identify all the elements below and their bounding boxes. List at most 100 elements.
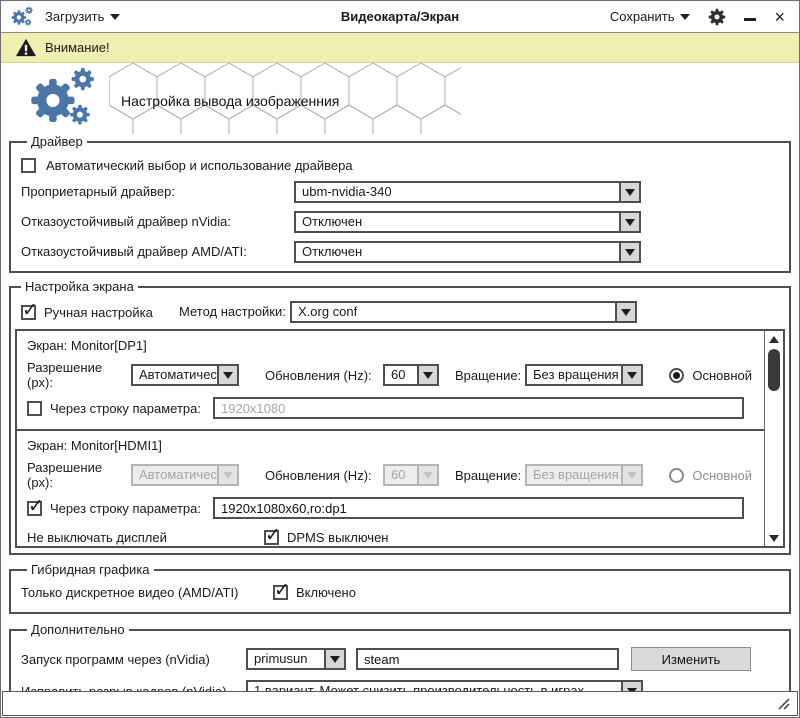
auto-driver-label[interactable]: Автоматический выбор и использование дра… xyxy=(46,158,353,173)
failsafe-nvidia-select[interactable]: Отключен xyxy=(294,211,641,233)
load-button[interactable]: Загрузить xyxy=(45,9,120,25)
monitor-name: Экран: Monitor[DP1] xyxy=(17,331,764,357)
manual-setup-checkbox[interactable] xyxy=(21,305,36,320)
failsafe-amd-select[interactable]: Отключен xyxy=(294,241,641,263)
primary-label: Основной xyxy=(692,468,752,483)
group-screen: Настройка экрана Ручная настройка Метод … xyxy=(9,279,791,555)
primary-radio[interactable] xyxy=(669,468,684,483)
app-window: Загрузить Видеокарта/Экран Сохранить × В… xyxy=(0,0,800,718)
param-row: Через строку параметра: xyxy=(17,396,764,420)
monitors-panel: Экран: Monitor[DP1] Разрешение (px): Авт… xyxy=(15,329,785,548)
launch-via-select[interactable]: primusun xyxy=(246,648,346,670)
proprietary-driver-select[interactable]: ubm-nvidia-340 xyxy=(294,181,641,203)
group-extra-title: Дополнительно xyxy=(27,622,129,637)
warning-banner: Внимание! xyxy=(1,33,799,63)
auto-driver-checkbox[interactable] xyxy=(21,158,36,173)
proprietary-driver-value: ubm-nvidia-340 xyxy=(296,183,619,201)
resize-grip[interactable] xyxy=(775,695,791,711)
rotation-select: Без вращения xyxy=(525,464,643,486)
gear-icon xyxy=(708,8,726,26)
primary-radio[interactable] xyxy=(669,368,684,383)
scroll-up-button[interactable] xyxy=(765,332,783,347)
dropdown-arrow-icon[interactable] xyxy=(619,243,639,261)
monitor-name: Экран: Monitor[HDMI1] xyxy=(17,431,764,457)
dropdown-arrow-icon[interactable] xyxy=(621,366,641,384)
warning-text: Внимание! xyxy=(45,40,110,55)
param-string-label[interactable]: Через строку параметра: xyxy=(50,501,201,516)
param-string-input[interactable] xyxy=(213,397,744,419)
dropdown-arrow-icon xyxy=(621,466,641,484)
save-button[interactable]: Сохранить xyxy=(610,9,691,25)
scrollbar-thumb[interactable] xyxy=(768,349,780,391)
param-string-checkbox[interactable] xyxy=(27,401,42,416)
resolution-value: Автоматически xyxy=(133,466,217,484)
chevron-down-icon xyxy=(680,14,690,25)
warning-triangle-icon xyxy=(15,38,37,58)
failsafe-nvidia-label: Отказоустойчивый драйвер nVidia: xyxy=(21,214,231,229)
rotation-value: Без вращения xyxy=(527,366,621,384)
close-icon: × xyxy=(774,8,785,26)
monitor-controls-row: Разрешение (px): Автоматически Обновлени… xyxy=(17,363,764,387)
app-gears-icon xyxy=(11,6,35,28)
rotation-label: Вращение: xyxy=(455,368,521,383)
resolution-value: Автоматически xyxy=(133,366,217,384)
failsafe-nvidia-value: Отключен xyxy=(296,213,619,231)
refresh-select: 60 xyxy=(383,464,439,486)
method-select[interactable]: X.org conf xyxy=(290,301,637,323)
dropdown-arrow-icon[interactable] xyxy=(619,213,639,231)
dropdown-arrow-icon xyxy=(217,466,237,484)
refresh-value: 60 xyxy=(385,366,417,384)
minimize-icon xyxy=(744,18,756,21)
discrete-video-checkbox-label[interactable]: Включено xyxy=(296,585,356,600)
refresh-select[interactable]: 60 xyxy=(383,364,439,386)
proprietary-driver-label: Проприетарный драйвер: xyxy=(21,184,175,199)
manual-setup-label[interactable]: Ручная настройка xyxy=(44,305,153,320)
failsafe-amd-label: Отказоустойчивый драйвер AMD/ATI: xyxy=(21,244,247,259)
dropdown-arrow-icon[interactable] xyxy=(324,650,344,668)
failsafe-amd-value: Отключен xyxy=(296,243,619,261)
group-driver-title: Драйвер xyxy=(27,134,87,149)
scroll-down-button[interactable] xyxy=(765,530,783,545)
monitor-controls-row: Разрешение (px): Автоматически Обновлени… xyxy=(17,463,764,487)
dpms-checkbox-label[interactable]: DPMS выключен xyxy=(287,530,389,545)
page-header: Настройка вывода изображенния xyxy=(1,63,799,134)
dpms-checkbox[interactable] xyxy=(264,530,279,545)
param-string-checkbox[interactable] xyxy=(27,501,42,516)
method-label: Метод настройки: xyxy=(179,300,286,324)
minimize-button[interactable] xyxy=(744,12,756,21)
rotation-value: Без вращения xyxy=(527,466,621,484)
rotation-select[interactable]: Без вращения xyxy=(525,364,643,386)
param-row: Через строку параметра: xyxy=(17,496,764,520)
discrete-video-checkbox[interactable] xyxy=(273,585,288,600)
resolution-label: Разрешение (px): xyxy=(27,360,131,390)
primary-label[interactable]: Основной xyxy=(692,368,752,383)
group-screen-title: Настройка экрана xyxy=(21,279,138,294)
rotation-label: Вращение: xyxy=(455,468,521,483)
resolution-select[interactable]: Автоматически xyxy=(131,364,239,386)
change-button[interactable]: Изменить xyxy=(631,647,751,671)
dropdown-arrow-icon[interactable] xyxy=(417,366,437,384)
param-string-label[interactable]: Через строку параметра: xyxy=(50,401,201,416)
settings-gear-button[interactable] xyxy=(708,8,726,26)
chevron-down-icon xyxy=(110,14,120,25)
arrow-down-icon xyxy=(769,535,779,547)
save-button-label: Сохранить xyxy=(610,9,675,24)
header-gears-icon xyxy=(15,67,115,131)
refresh-label: Обновления (Hz): xyxy=(265,368,375,383)
discrete-video-label: Только дискретное видео (AMD/ATI) xyxy=(21,585,273,600)
keep-display-on-label: Не выключать дисплей xyxy=(27,530,264,545)
resolution-label: Разрешение (px): xyxy=(27,460,131,490)
close-button[interactable]: × xyxy=(774,8,785,26)
group-hybrid: Гибридная графика Только дискретное виде… xyxy=(9,562,791,614)
launch-via-value: primusun xyxy=(248,650,324,668)
param-string-input[interactable] xyxy=(213,497,744,519)
launch-app-input[interactable] xyxy=(356,648,619,670)
refresh-value: 60 xyxy=(385,466,417,484)
dropdown-arrow-icon xyxy=(417,466,437,484)
dropdown-arrow-icon[interactable] xyxy=(615,303,635,321)
dpms-row: Не выключать дисплей DPMS выключен xyxy=(17,530,764,545)
group-driver: Драйвер Автоматический выбор и использов… xyxy=(9,134,791,273)
dropdown-arrow-icon[interactable] xyxy=(217,366,237,384)
dropdown-arrow-icon[interactable] xyxy=(619,183,639,201)
vertical-scrollbar[interactable] xyxy=(764,331,783,546)
